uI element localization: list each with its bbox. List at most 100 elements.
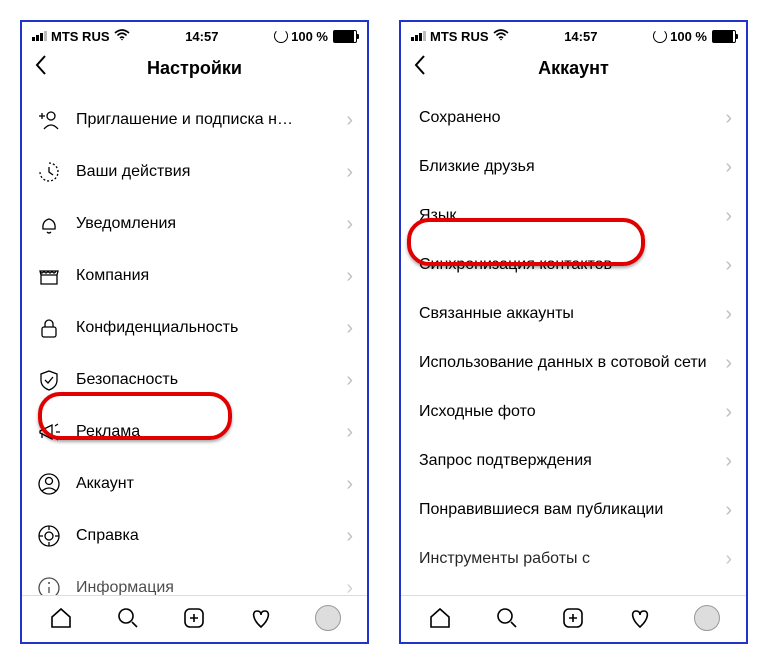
- chevron-right-icon: ›: [346, 577, 353, 596]
- avatar-icon: [694, 605, 720, 631]
- avatar-icon: [315, 605, 341, 631]
- profile-tab[interactable]: [314, 604, 342, 632]
- row-cellular-data[interactable]: Использование данных в сотовой сети ›: [401, 339, 746, 388]
- chevron-right-icon: ›: [346, 213, 353, 236]
- row-notifications[interactable]: Уведомления ›: [22, 198, 367, 250]
- chevron-right-icon: ›: [346, 265, 353, 288]
- tab-bar: [22, 595, 367, 642]
- row-activity[interactable]: Ваши действия ›: [22, 146, 367, 198]
- loading-icon: [274, 29, 288, 43]
- chevron-right-icon: ›: [725, 401, 732, 424]
- chevron-right-icon: ›: [346, 421, 353, 444]
- add-icon[interactable]: [180, 604, 208, 632]
- chevron-right-icon: ›: [725, 450, 732, 473]
- search-icon[interactable]: [114, 604, 142, 632]
- row-branded-tools[interactable]: Инструменты работы с ›: [401, 535, 746, 584]
- row-label: Сохранено: [419, 108, 711, 129]
- wifi-icon: [493, 28, 509, 44]
- signal-icon: [411, 31, 426, 41]
- row-label: Инструменты работы с: [419, 549, 711, 570]
- home-icon[interactable]: [426, 604, 454, 632]
- row-label: Реклама: [76, 422, 332, 443]
- status-bar: MTS RUS 14:57 100 %: [401, 22, 746, 46]
- chevron-right-icon: ›: [725, 499, 732, 522]
- row-info[interactable]: Информация ›: [22, 562, 367, 595]
- page-title: Настройки: [34, 58, 355, 79]
- row-label: Конфиденциальность: [76, 318, 332, 339]
- row-label: Язык: [419, 206, 711, 227]
- chevron-right-icon: ›: [725, 548, 732, 571]
- heart-icon[interactable]: [247, 604, 275, 632]
- clock-label: 14:57: [564, 29, 597, 44]
- home-icon[interactable]: [47, 604, 75, 632]
- row-label: Ваши действия: [76, 162, 332, 183]
- row-close-friends[interactable]: Близкие друзья ›: [401, 143, 746, 192]
- search-icon[interactable]: [493, 604, 521, 632]
- invite-icon: [36, 107, 62, 133]
- shield-icon: [36, 367, 62, 393]
- battery-label: 100 %: [291, 29, 328, 44]
- chevron-right-icon: ›: [725, 254, 732, 277]
- row-saved[interactable]: Сохранено ›: [401, 94, 746, 143]
- bell-icon: [36, 211, 62, 237]
- status-bar: MTS RUS 14:57 100 %: [22, 22, 367, 46]
- row-contacts-sync[interactable]: Синхронизация контактов ›: [401, 241, 746, 290]
- store-icon: [36, 263, 62, 289]
- battery-icon: [333, 30, 357, 43]
- activity-icon: [36, 159, 62, 185]
- signal-icon: [32, 31, 47, 41]
- row-label: Справка: [76, 526, 332, 547]
- loading-icon: [653, 29, 667, 43]
- chevron-right-icon: ›: [346, 161, 353, 184]
- chevron-right-icon: ›: [346, 109, 353, 132]
- row-linked-accounts[interactable]: Связанные аккаунты ›: [401, 290, 746, 339]
- profile-tab[interactable]: [693, 604, 721, 632]
- row-label: Аккаунт: [76, 474, 332, 495]
- row-label: Использование данных в сотовой сети: [419, 353, 711, 374]
- row-label: Запрос подтверждения: [419, 451, 711, 472]
- phone-settings: MTS RUS 14:57 100 % Настройки Приглашени…: [20, 20, 369, 644]
- carrier-label: MTS RUS: [430, 29, 489, 44]
- chevron-right-icon: ›: [346, 317, 353, 340]
- chevron-right-icon: ›: [725, 156, 732, 179]
- chevron-right-icon: ›: [725, 303, 732, 326]
- chevron-right-icon: ›: [725, 205, 732, 228]
- row-ads[interactable]: Реклама ›: [22, 406, 367, 458]
- row-privacy[interactable]: Конфиденциальность ›: [22, 302, 367, 354]
- megaphone-icon: [36, 419, 62, 445]
- chevron-right-icon: ›: [725, 107, 732, 130]
- battery-label: 100 %: [670, 29, 707, 44]
- phone-account: MTS RUS 14:57 100 % Аккаунт Сохранено › …: [399, 20, 748, 644]
- help-icon: [36, 523, 62, 549]
- chevron-right-icon: ›: [346, 369, 353, 392]
- row-security[interactable]: Безопасность ›: [22, 354, 367, 406]
- info-icon: [36, 575, 62, 595]
- row-label: Близкие друзья: [419, 157, 711, 178]
- row-language[interactable]: Язык ›: [401, 192, 746, 241]
- carrier-label: MTS RUS: [51, 29, 110, 44]
- row-label: Информация: [76, 578, 332, 595]
- heart-icon[interactable]: [626, 604, 654, 632]
- row-liked-posts[interactable]: Понравившиеся вам публикации ›: [401, 486, 746, 535]
- page-title: Аккаунт: [413, 58, 734, 79]
- row-company[interactable]: Компания ›: [22, 250, 367, 302]
- settings-list: Приглашение и подписка н… › Ваши действи…: [22, 94, 367, 595]
- row-account[interactable]: Аккаунт ›: [22, 458, 367, 510]
- nav-header: Аккаунт: [401, 46, 746, 94]
- row-label: Безопасность: [76, 370, 332, 391]
- row-help[interactable]: Справка ›: [22, 510, 367, 562]
- row-label: Понравившиеся вам публикации: [419, 500, 711, 521]
- row-label: Исходные фото: [419, 402, 711, 423]
- row-invite[interactable]: Приглашение и подписка н… ›: [22, 94, 367, 146]
- row-label: Компания: [76, 266, 332, 287]
- add-icon[interactable]: [559, 604, 587, 632]
- row-label: Синхронизация контактов: [419, 255, 711, 276]
- chevron-right-icon: ›: [346, 525, 353, 548]
- account-icon: [36, 471, 62, 497]
- row-label: Уведомления: [76, 214, 332, 235]
- row-original-photos[interactable]: Исходные фото ›: [401, 388, 746, 437]
- chevron-right-icon: ›: [346, 473, 353, 496]
- row-label: Приглашение и подписка н…: [76, 110, 332, 131]
- row-verification[interactable]: Запрос подтверждения ›: [401, 437, 746, 486]
- chevron-right-icon: ›: [725, 352, 732, 375]
